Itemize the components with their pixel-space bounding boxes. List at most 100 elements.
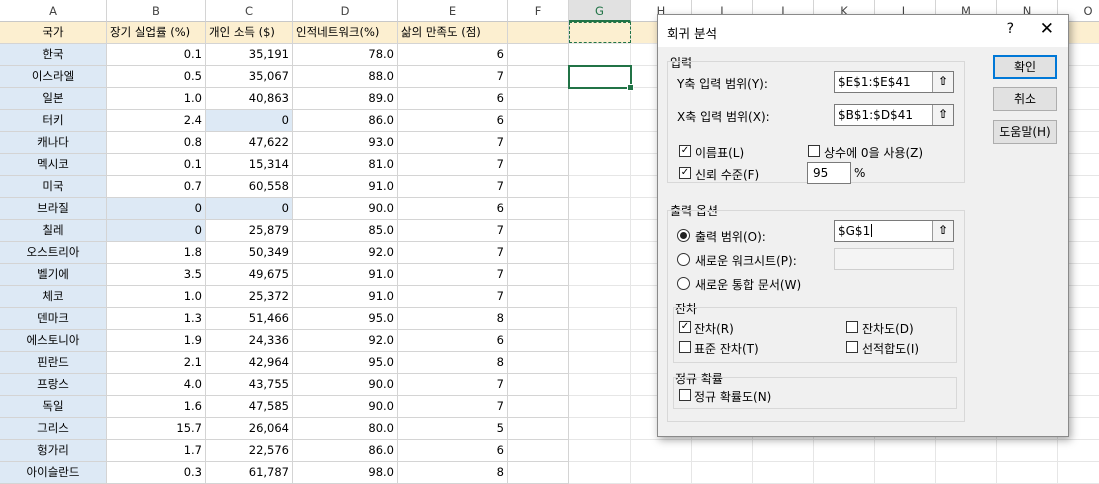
collapse-dialog-icon[interactable]: ⇧ (932, 221, 953, 241)
data-cell[interactable]: 1.0 (107, 286, 206, 308)
empty-cell[interactable] (508, 242, 569, 264)
data-cell[interactable]: 25,372 (206, 286, 293, 308)
empty-cell[interactable] (508, 264, 569, 286)
empty-cell[interactable] (508, 110, 569, 132)
data-cell[interactable]: 브라질 (0, 198, 107, 220)
close-icon[interactable]: ✕ (1040, 19, 1054, 39)
data-cell[interactable]: 49,675 (206, 264, 293, 286)
data-cell[interactable]: 7 (398, 66, 508, 88)
data-cell[interactable]: 0.8 (107, 132, 206, 154)
empty-cell[interactable] (875, 462, 936, 484)
empty-cell[interactable] (814, 440, 875, 462)
data-cell[interactable]: 4.0 (107, 374, 206, 396)
data-cell[interactable]: 15,314 (206, 154, 293, 176)
data-cell[interactable]: 1.0 (107, 88, 206, 110)
data-cell[interactable]: 2.1 (107, 352, 206, 374)
new-workbook-label[interactable]: 새로운 통합 문서(W) (695, 276, 801, 293)
const-zero-checkbox[interactable] (808, 145, 820, 157)
data-cell[interactable]: 6 (398, 330, 508, 352)
new-sheet-input[interactable] (834, 248, 954, 270)
data-cell[interactable]: 0.5 (107, 66, 206, 88)
data-cell[interactable]: 1.3 (107, 308, 206, 330)
data-cell[interactable]: 93.0 (293, 132, 398, 154)
active-cell-g3[interactable] (568, 65, 634, 91)
help-icon[interactable]: ? (1007, 21, 1014, 37)
column-title-cell[interactable]: 국가 (0, 22, 107, 44)
data-cell[interactable]: 24,336 (206, 330, 293, 352)
data-cell[interactable]: 7 (398, 374, 508, 396)
data-cell[interactable]: 80.0 (293, 418, 398, 440)
data-cell[interactable]: 95.0 (293, 308, 398, 330)
data-cell[interactable]: 8 (398, 352, 508, 374)
data-cell[interactable]: 이스라엘 (0, 66, 107, 88)
normal-plot-checkbox[interactable] (679, 389, 691, 401)
empty-cell[interactable] (569, 462, 631, 484)
data-cell[interactable]: 0.1 (107, 44, 206, 66)
data-cell[interactable]: 89.0 (293, 88, 398, 110)
y-range-input[interactable]: $E$1:$E$41 ⇧ (834, 71, 954, 93)
column-title-cell[interactable]: 장기 실업률 (%) (107, 22, 206, 44)
data-cell[interactable]: 터키 (0, 110, 107, 132)
data-cell[interactable]: 캐나다 (0, 132, 107, 154)
empty-cell[interactable] (569, 132, 631, 154)
line-fit-label[interactable]: 선적합도(I) (862, 340, 919, 357)
residual-plots-label[interactable]: 잔차도(D) (862, 320, 914, 337)
data-cell[interactable]: 0 (107, 220, 206, 242)
data-cell[interactable]: 42,964 (206, 352, 293, 374)
empty-cell[interactable] (508, 198, 569, 220)
data-cell[interactable]: 35,067 (206, 66, 293, 88)
data-cell[interactable]: 에스토니아 (0, 330, 107, 352)
empty-cell[interactable] (569, 176, 631, 198)
empty-cell[interactable] (569, 242, 631, 264)
empty-cell[interactable] (569, 154, 631, 176)
new-sheet-label[interactable]: 새로운 워크시트(P): (695, 252, 797, 269)
data-cell[interactable]: 90.0 (293, 374, 398, 396)
data-cell[interactable]: 8 (398, 462, 508, 484)
data-cell[interactable]: 86.0 (293, 440, 398, 462)
data-cell[interactable]: 3.5 (107, 264, 206, 286)
data-cell[interactable]: 22,576 (206, 440, 293, 462)
data-cell[interactable]: 51,466 (206, 308, 293, 330)
output-range-label[interactable]: 출력 범위(O): (695, 228, 766, 245)
new-sheet-radio[interactable] (677, 253, 690, 266)
data-cell[interactable]: 6 (398, 88, 508, 110)
data-cell[interactable]: 50,349 (206, 242, 293, 264)
data-cell[interactable]: 7 (398, 264, 508, 286)
data-cell[interactable]: 6 (398, 440, 508, 462)
empty-cell[interactable] (997, 440, 1058, 462)
labels-label[interactable]: 이름표(L) (695, 144, 744, 161)
data-cell[interactable]: 95.0 (293, 352, 398, 374)
collapse-dialog-icon[interactable]: ⇧ (932, 105, 953, 125)
data-cell[interactable]: 15.7 (107, 418, 206, 440)
column-title-cell[interactable]: 개인 소득 ($) (206, 22, 293, 44)
data-cell[interactable]: 미국 (0, 176, 107, 198)
empty-cell[interactable] (631, 462, 692, 484)
data-cell[interactable]: 멕시코 (0, 154, 107, 176)
column-header-g[interactable]: G (569, 0, 631, 22)
data-cell[interactable]: 1.8 (107, 242, 206, 264)
data-cell[interactable]: 8 (398, 308, 508, 330)
collapse-dialog-icon[interactable]: ⇧ (932, 72, 953, 92)
column-header-c[interactable]: C (206, 0, 293, 22)
data-cell[interactable]: 90.0 (293, 198, 398, 220)
empty-cell[interactable] (508, 154, 569, 176)
data-cell[interactable]: 78.0 (293, 44, 398, 66)
column-header-b[interactable]: B (107, 0, 206, 22)
empty-cell[interactable] (508, 176, 569, 198)
column-header-f[interactable]: F (508, 0, 569, 22)
data-cell[interactable]: 0.7 (107, 176, 206, 198)
empty-cell[interactable] (631, 440, 692, 462)
labels-checkbox[interactable]: ✓ (679, 145, 691, 157)
empty-cell[interactable] (569, 352, 631, 374)
empty-cell[interactable] (753, 462, 814, 484)
data-cell[interactable]: 26,064 (206, 418, 293, 440)
data-cell[interactable]: 독일 (0, 396, 107, 418)
data-cell[interactable]: 그리스 (0, 418, 107, 440)
data-cell[interactable]: 0.3 (107, 462, 206, 484)
residuals-checkbox[interactable]: ✓ (679, 321, 691, 333)
data-cell[interactable]: 91.0 (293, 176, 398, 198)
empty-cell[interactable] (997, 462, 1058, 484)
empty-cell[interactable] (569, 44, 631, 66)
data-cell[interactable]: 85.0 (293, 220, 398, 242)
empty-cell[interactable] (508, 440, 569, 462)
